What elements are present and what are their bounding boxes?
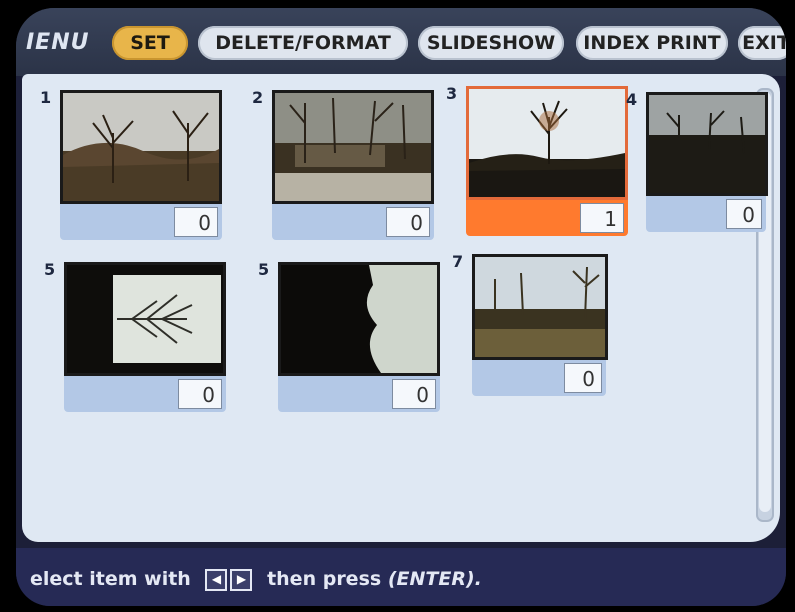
photo-thumbnail <box>60 90 222 204</box>
thumbnail-number: 4 <box>626 90 638 109</box>
photo-thumbnail <box>466 86 628 200</box>
menu-label: IENU <box>26 30 90 55</box>
photo-thumbnail <box>646 92 768 196</box>
tv-screen: IENU SET DELETE/FORMAT SLIDESHOW INDEX P… <box>16 8 786 606</box>
thumbnail-number: 3 <box>446 84 458 103</box>
thumbnail-number: 1 <box>40 88 52 107</box>
print-count[interactable]: 1 <box>580 203 624 233</box>
photo-thumbnail <box>278 262 440 376</box>
tab-index-print[interactable]: INDEX PRINT <box>576 26 728 60</box>
thumbnail-number: 5 <box>258 260 270 279</box>
arrow-right-icon: ▶ <box>230 568 253 591</box>
photo-thumbnail <box>472 254 608 360</box>
hint-bar: elect item with ◀ ▶ then press (ENTER). <box>16 548 786 606</box>
tab-delete-format[interactable]: DELETE/FORMAT <box>198 26 408 60</box>
info-bar: 0 <box>472 360 606 396</box>
tab-slideshow[interactable]: SLIDESHOW <box>418 26 564 60</box>
photo-thumbnail <box>272 90 434 204</box>
thumbnail-number: 5 <box>44 260 56 279</box>
menu-bar: IENU SET DELETE/FORMAT SLIDESHOW INDEX P… <box>16 8 786 76</box>
print-count[interactable]: 0 <box>564 363 602 393</box>
hint-text: elect item with ◀ ▶ then press (ENTER). <box>30 568 482 591</box>
info-bar: 0 <box>278 376 440 412</box>
arrow-left-icon: ◀ <box>205 568 228 591</box>
hint-suffix: then press <box>267 568 382 590</box>
photo-thumbnail <box>64 262 226 376</box>
info-bar: 0 <box>64 376 226 412</box>
thumbnail-panel: 1 0 2 0 3 1 4 0 5 0 5 0 7 0 <box>22 74 780 542</box>
print-count[interactable]: 0 <box>178 379 222 409</box>
info-bar: 0 <box>272 204 434 240</box>
print-count[interactable]: 0 <box>386 207 430 237</box>
print-count[interactable]: 0 <box>392 379 436 409</box>
print-count[interactable]: 0 <box>726 199 762 229</box>
info-bar: 0 <box>60 204 222 240</box>
tab-set[interactable]: SET <box>112 26 188 60</box>
tab-exit[interactable]: EXIT <box>738 26 786 60</box>
hint-enter-key: (ENTER). <box>387 568 482 590</box>
print-count[interactable]: 0 <box>174 207 218 237</box>
info-bar-selected: 1 <box>466 200 628 236</box>
thumbnail-number: 2 <box>252 88 264 107</box>
hint-prefix: elect item with <box>30 568 191 590</box>
info-bar: 0 <box>646 196 766 232</box>
thumbnail-number: 7 <box>452 252 464 271</box>
arrow-keys: ◀ ▶ <box>205 568 253 591</box>
